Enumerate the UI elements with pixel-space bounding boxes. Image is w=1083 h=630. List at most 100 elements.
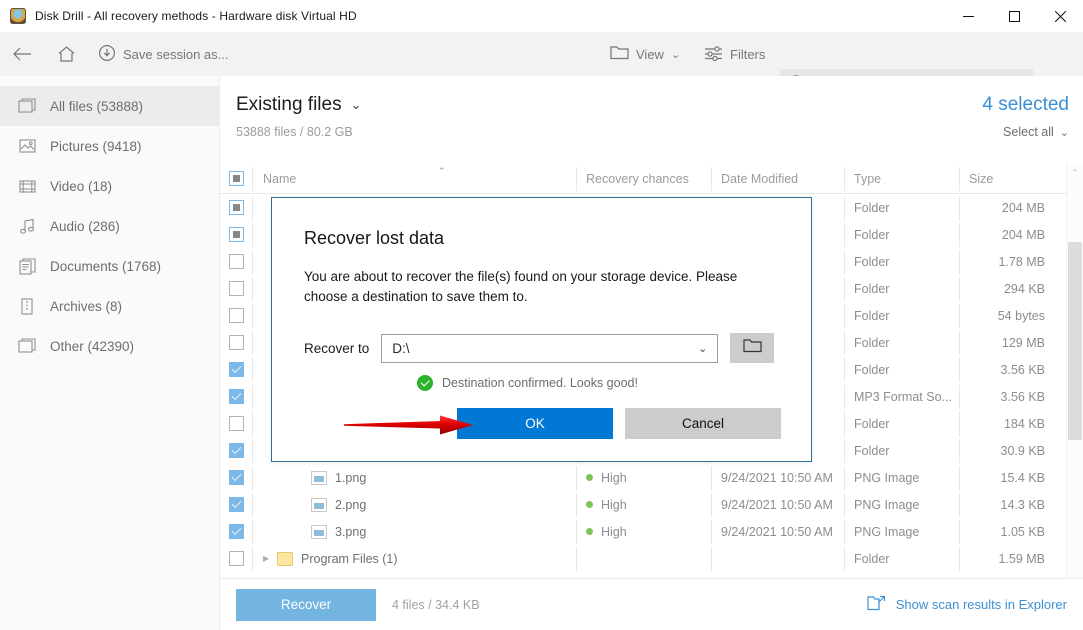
checkbox[interactable] — [228, 497, 244, 512]
dialog-message: You are about to recover the file(s) fou… — [304, 269, 738, 304]
select-all-dropdown[interactable]: Select all ⌄ — [1003, 125, 1069, 139]
sidebar-item-all-files[interactable]: All files (53888) — [0, 86, 219, 126]
back-button[interactable] — [0, 32, 44, 76]
video-icon — [18, 177, 36, 195]
png-file-icon — [311, 524, 327, 539]
checkbox[interactable] — [228, 308, 244, 323]
view-button[interactable]: View ⌄ — [600, 32, 690, 76]
row-name-label: 3.png — [335, 524, 367, 539]
row-checkbox-cell[interactable] — [220, 382, 252, 412]
checkbox[interactable] — [228, 254, 244, 269]
checkbox[interactable] — [228, 524, 244, 539]
sidebar-item-audio[interactable]: Audio (286) — [0, 206, 219, 246]
row-checkbox-cell[interactable] — [220, 220, 252, 250]
column-label: Date Modified — [721, 171, 799, 186]
sidebar-item-pictures[interactable]: Pictures (9418) — [0, 126, 219, 166]
checkbox[interactable] — [228, 362, 244, 377]
checkbox[interactable] — [228, 171, 244, 186]
view-label: View — [636, 46, 664, 62]
chevron-down-icon: ⌄ — [350, 97, 362, 112]
save-session-button[interactable]: Save session as... — [88, 32, 239, 76]
vertical-scrollbar[interactable]: ⌃ ⌄ — [1066, 164, 1083, 590]
row-type-cell: Folder — [844, 274, 959, 304]
row-name-cell[interactable]: 1.png — [252, 463, 576, 493]
table-row[interactable]: ▶ Program Files (1) Folder 1.59 MB — [220, 545, 1083, 572]
row-date-cell: 9/24/2021 10:50 AM — [711, 490, 844, 520]
row-checkbox-cell[interactable] — [220, 274, 252, 304]
checkbox[interactable] — [228, 335, 244, 350]
checkbox[interactable] — [228, 281, 244, 296]
row-checkbox-cell[interactable] — [220, 517, 252, 547]
sidebar-item-label: Audio (286) — [50, 218, 120, 234]
column-header-name[interactable]: Name ⌃ — [252, 164, 576, 194]
recover-button[interactable]: Recover — [236, 588, 376, 621]
row-checkbox-cell[interactable] — [220, 436, 252, 466]
row-chances-label: High — [601, 497, 627, 512]
maximize-button[interactable] — [991, 0, 1037, 32]
sidebar-item-label: Documents (1768) — [50, 258, 162, 274]
checkbox[interactable] — [228, 443, 244, 458]
row-name-cell[interactable]: 3.png — [252, 517, 576, 547]
dialog-title: Recover lost data — [304, 228, 445, 248]
minimize-button[interactable] — [945, 0, 991, 32]
table-row[interactable]: 3.png High 9/24/2021 10:50 AM PNG Image 1.05… — [220, 518, 1083, 545]
row-checkbox-cell[interactable] — [220, 328, 252, 358]
column-header-size[interactable]: Size — [959, 164, 1067, 194]
pictures-icon — [18, 137, 36, 155]
row-chances-label: High — [601, 470, 627, 485]
row-checkbox-cell[interactable] — [220, 544, 252, 574]
ok-button[interactable]: OK — [457, 408, 613, 439]
row-name-cell[interactable]: ▶ Program Files (1) — [252, 544, 576, 574]
filters-button[interactable]: Filters — [694, 32, 775, 76]
browse-folder-button[interactable] — [730, 333, 775, 363]
expander-triangle-icon[interactable]: ▶ — [263, 554, 277, 563]
header-select-all-checkbox[interactable] — [220, 164, 252, 194]
scroll-up-button[interactable]: ⌃ — [1067, 164, 1083, 181]
row-recovery-chances-cell: High — [576, 517, 711, 547]
sidebar-item-other[interactable]: Other (42390) — [0, 326, 219, 366]
row-checkbox-cell[interactable] — [220, 355, 252, 385]
scrollbar-thumb[interactable] — [1068, 242, 1082, 440]
column-header-type[interactable]: Type — [844, 164, 959, 194]
row-name-cell[interactable]: 2.png — [252, 490, 576, 520]
chevron-down-icon: ⌄ — [670, 48, 681, 61]
checkbox[interactable] — [228, 551, 244, 566]
column-label: Name — [263, 171, 297, 186]
sort-ascending-icon: ⌃ — [438, 165, 446, 176]
row-checkbox-cell[interactable] — [220, 247, 252, 277]
other-icon — [18, 337, 36, 355]
row-checkbox-cell[interactable] — [220, 490, 252, 520]
close-button[interactable] — [1037, 0, 1083, 32]
table-row[interactable]: 2.png High 9/24/2021 10:50 AM PNG Image 14.3… — [220, 491, 1083, 518]
table-header: Name ⌃ Recovery chances Date Modified Ty… — [220, 164, 1083, 194]
row-checkbox-cell[interactable] — [220, 194, 252, 223]
row-date-cell: 9/24/2021 10:50 AM — [711, 463, 844, 493]
column-header-recovery-chances[interactable]: Recovery chances — [576, 164, 711, 194]
checkbox[interactable] — [228, 470, 244, 485]
checkbox[interactable] — [228, 416, 244, 431]
row-type-cell: MP3 Format So... — [844, 382, 959, 412]
row-checkbox-cell[interactable] — [220, 409, 252, 439]
checkbox[interactable] — [228, 200, 244, 215]
png-file-icon — [311, 470, 327, 485]
sidebar-item-video[interactable]: Video (18) — [0, 166, 219, 206]
existing-files-dropdown[interactable]: Existing files ⌄ — [236, 94, 362, 116]
checkbox[interactable] — [228, 227, 244, 242]
row-checkbox-cell[interactable] — [220, 301, 252, 331]
sidebar-item-archives[interactable]: Archives (8) — [0, 286, 219, 326]
table-row[interactable]: 1.png High 9/24/2021 10:50 AM PNG Image 15.4… — [220, 464, 1083, 491]
green-check-icon — [417, 375, 433, 391]
folder-icon — [277, 551, 293, 566]
destination-value: D:\ — [392, 340, 410, 356]
home-button[interactable] — [44, 32, 88, 76]
sidebar-item-documents[interactable]: Documents (1768) — [0, 246, 219, 286]
row-checkbox-cell[interactable] — [220, 463, 252, 493]
chevron-down-icon: ⌄ — [1059, 126, 1069, 139]
cancel-button[interactable]: Cancel — [625, 408, 781, 439]
show-in-explorer-link[interactable]: Show scan results in Explorer — [867, 595, 1067, 614]
destination-select[interactable]: D:\ ⌄ — [381, 333, 719, 363]
column-header-date-modified[interactable]: Date Modified — [711, 164, 844, 194]
row-type-cell: Folder — [844, 409, 959, 439]
checkbox[interactable] — [228, 389, 244, 404]
destination-status-text: Destination confirmed. Looks good! — [442, 376, 638, 390]
